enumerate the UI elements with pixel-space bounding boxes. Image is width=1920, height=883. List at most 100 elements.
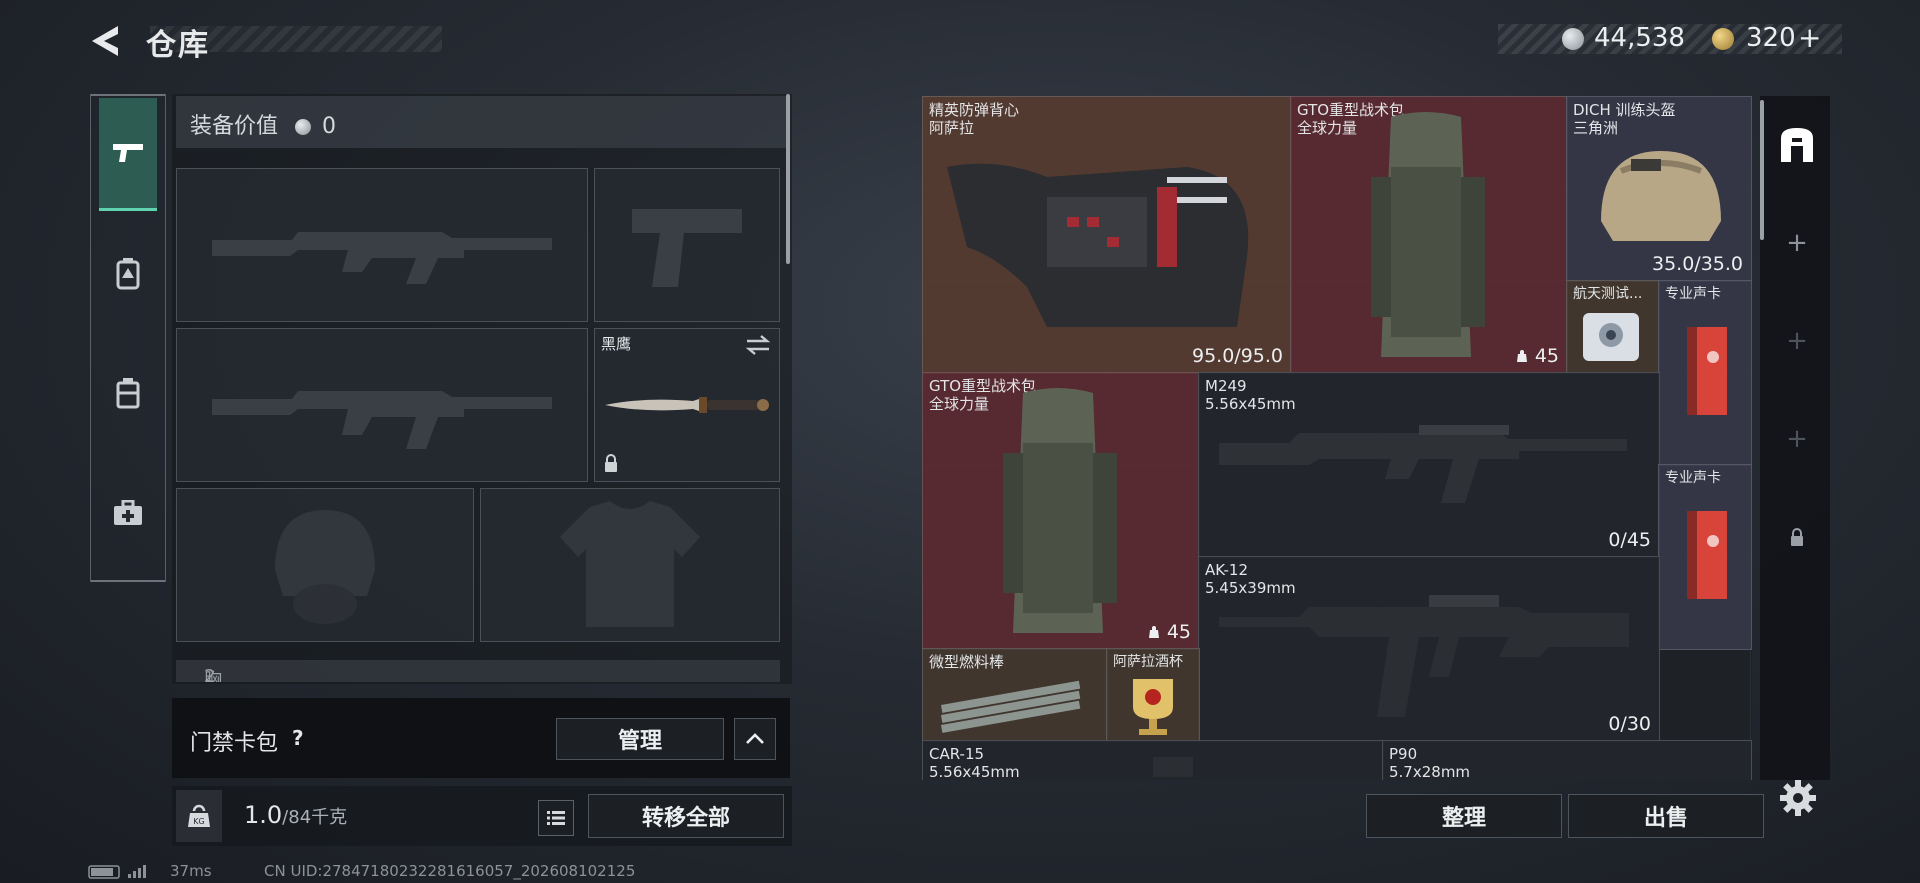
keycard-label: 门禁卡包 <box>190 731 279 756</box>
stash-item[interactable]: 微型燃料棒 <box>922 648 1108 742</box>
chest-rig-slot[interactable]: 胸挂 2 <box>176 660 780 682</box>
sound-card-icon <box>1687 327 1727 415</box>
backpack-gear-icon <box>116 258 140 290</box>
collapse-button[interactable] <box>734 718 776 760</box>
item-name: DICH 训练头盔 三角洲 <box>1573 101 1676 137</box>
battery-signal-icon <box>88 865 146 879</box>
rifle-icon <box>1219 595 1629 717</box>
pistol-icon <box>113 144 143 162</box>
equipment-value-amount: 0 <box>322 114 337 139</box>
gear-icon[interactable] <box>1778 778 1818 818</box>
test-device-icon <box>1583 313 1639 361</box>
stash-item[interactable]: 专业声卡 <box>1658 464 1752 650</box>
silver-coin-icon <box>1562 28 1584 50</box>
armor-slot[interactable] <box>480 488 780 642</box>
gold-balance: 320 <box>1746 23 1796 53</box>
sidearm-slot[interactable] <box>594 168 780 322</box>
rifle-silhouette-icon <box>212 391 552 449</box>
transfer-all-button[interactable]: 转移全部 <box>588 794 784 838</box>
gold-coin-icon <box>1712 28 1734 50</box>
durability: 35.0/35.0 <box>1651 253 1743 275</box>
category-tabs <box>90 94 166 582</box>
list-icon <box>547 811 565 825</box>
equipment-scrollbar[interactable] <box>786 94 790 264</box>
stash-grid[interactable]: 精英防弹背心 阿萨拉 95.0/95.0 GTO重型战术包 全球力量 45 DICH… <box>922 96 1752 780</box>
title-decoration <box>150 26 442 52</box>
tab-weapons[interactable] <box>99 98 157 211</box>
medkit-icon <box>114 500 142 525</box>
weight-icon: KG <box>176 790 222 842</box>
item-name: 精英防弹背心 阿萨拉 <box>929 101 1020 137</box>
backpack-icon <box>1371 112 1485 357</box>
sort-button[interactable]: 整理 <box>1366 794 1562 838</box>
chevron-up-icon <box>746 733 764 744</box>
item-name: CAR-15 5.56x45mm <box>929 745 1020 780</box>
add-gold-button[interactable]: + <box>1798 21 1821 54</box>
sell-button[interactable]: 出售 <box>1568 794 1764 838</box>
swap-icon[interactable] <box>745 335 771 355</box>
tab-medkit[interactable] <box>99 458 157 568</box>
tab-gear[interactable] <box>99 218 157 328</box>
kettlebell-icon: KG <box>188 804 210 827</box>
add-container-button-disabled: + <box>1786 424 1808 454</box>
back-arrow-icon[interactable] <box>88 24 124 58</box>
item-name: 微型燃料棒 <box>929 653 1005 671</box>
rifle-silhouette-icon <box>212 232 552 284</box>
stash-item[interactable]: 阿萨拉酒杯 <box>1106 648 1200 742</box>
bag-small-icon <box>1148 626 1159 638</box>
user-id: CN UID:2784718023228161605­7_20260810212… <box>264 862 636 880</box>
melee-name: 黑鹰 <box>601 335 632 353</box>
pistol-silhouette-icon <box>632 209 742 287</box>
tab-bags[interactable] <box>99 338 157 448</box>
helmet-slot[interactable] <box>176 488 474 642</box>
capacity: 45 <box>1515 345 1559 367</box>
manage-button[interactable]: 管理 <box>556 718 724 760</box>
stash-item[interactable]: GTO重型战术包 全球力量 45 <box>1290 96 1568 374</box>
stash-scrollbar[interactable] <box>1760 100 1764 240</box>
add-container-button[interactable]: + <box>1772 218 1822 268</box>
help-icon[interactable]: ? <box>292 726 304 750</box>
item-name: P90 5.7x28mm <box>1389 745 1471 780</box>
melee-slot[interactable]: 黑鹰 <box>594 328 780 482</box>
capacity: 45 <box>1147 621 1191 643</box>
add-container-button-disabled: + <box>1786 326 1808 356</box>
locked-container-slot[interactable] <box>1772 512 1822 562</box>
stash-item[interactable]: CAR-15 5.56x45mm <box>922 740 1384 780</box>
ammo-count: 0/30 <box>1608 713 1651 735</box>
stash-item[interactable]: 精英防弹背心 阿萨拉 95.0/95.0 <box>922 96 1292 374</box>
fuel-rod-icon <box>941 680 1081 733</box>
secondary-weapon-slot[interactable] <box>176 328 588 482</box>
equipment-value: 装备价值 0 <box>190 108 336 140</box>
ping-readout: 37ms <box>170 862 212 880</box>
item-name: 专业声卡 <box>1665 470 1721 486</box>
primary-weapon-slot[interactable] <box>176 168 588 322</box>
stash-item[interactable]: P90 5.7x28mm <box>1382 740 1752 780</box>
stash-item[interactable]: 专业声卡 <box>1658 280 1752 466</box>
helmet-silhouette-icon <box>275 510 375 624</box>
stash-item[interactable]: 航天测试... <box>1566 280 1660 374</box>
weight-current: 1.0 <box>244 801 283 829</box>
lock-icon <box>605 454 617 472</box>
goblet-icon <box>1133 679 1173 735</box>
item-name: 专业声卡 <box>1665 286 1721 302</box>
durability: 95.0/95.0 <box>1191 345 1283 367</box>
machine-gun-icon <box>1219 425 1627 503</box>
item-name: 阿萨拉酒杯 <box>1113 654 1183 670</box>
safe-icon <box>1781 128 1813 162</box>
list-view-button[interactable] <box>538 800 574 836</box>
stash-item[interactable]: AK-12 5.45x39mm 0/30 <box>1198 556 1660 742</box>
vest-icon <box>947 163 1249 327</box>
stash-item[interactable]: DICH 训练头盔 三角洲 35.0/35.0 <box>1566 96 1752 282</box>
item-name: 航天测试... <box>1573 286 1643 302</box>
stash-item[interactable]: M249 5.56x45mm 0/45 <box>1198 372 1660 558</box>
stash-item[interactable]: GTO重型战术包 全球力量 45 <box>922 372 1200 650</box>
equipment-value-label: 装备价值 <box>190 114 279 139</box>
sound-card-icon <box>1687 511 1727 599</box>
bag-icon <box>116 378 140 409</box>
container-tab-main[interactable] <box>1772 120 1822 170</box>
silver-coin-icon <box>295 119 312 135</box>
svg-text:KG: KG <box>193 817 204 826</box>
ammo-count: 0/45 <box>1608 529 1651 551</box>
knife-icon <box>605 397 769 413</box>
weight-max: /84 <box>282 807 312 828</box>
